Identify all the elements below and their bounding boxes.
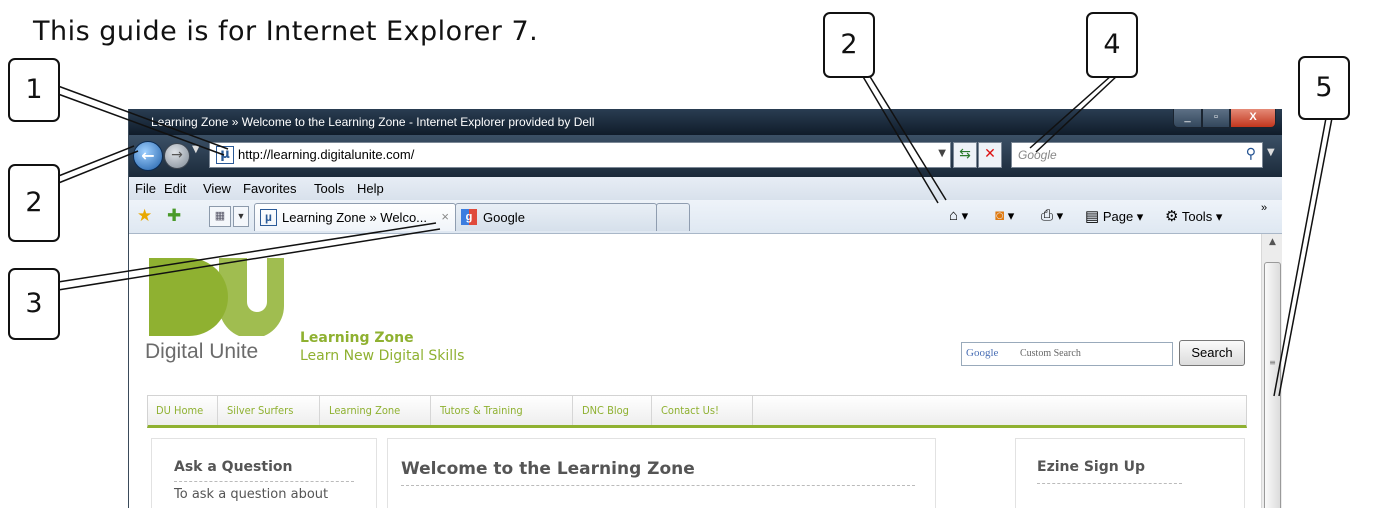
callout-5: 5 (1298, 56, 1350, 120)
callout-2-left: 2 (8, 164, 60, 242)
callout-2-right: 2 (823, 12, 875, 78)
callout-1: 1 (8, 58, 60, 122)
callout-4: 4 (1086, 12, 1138, 78)
callout-lines (55, 74, 1333, 397)
callout-3: 3 (8, 268, 60, 340)
